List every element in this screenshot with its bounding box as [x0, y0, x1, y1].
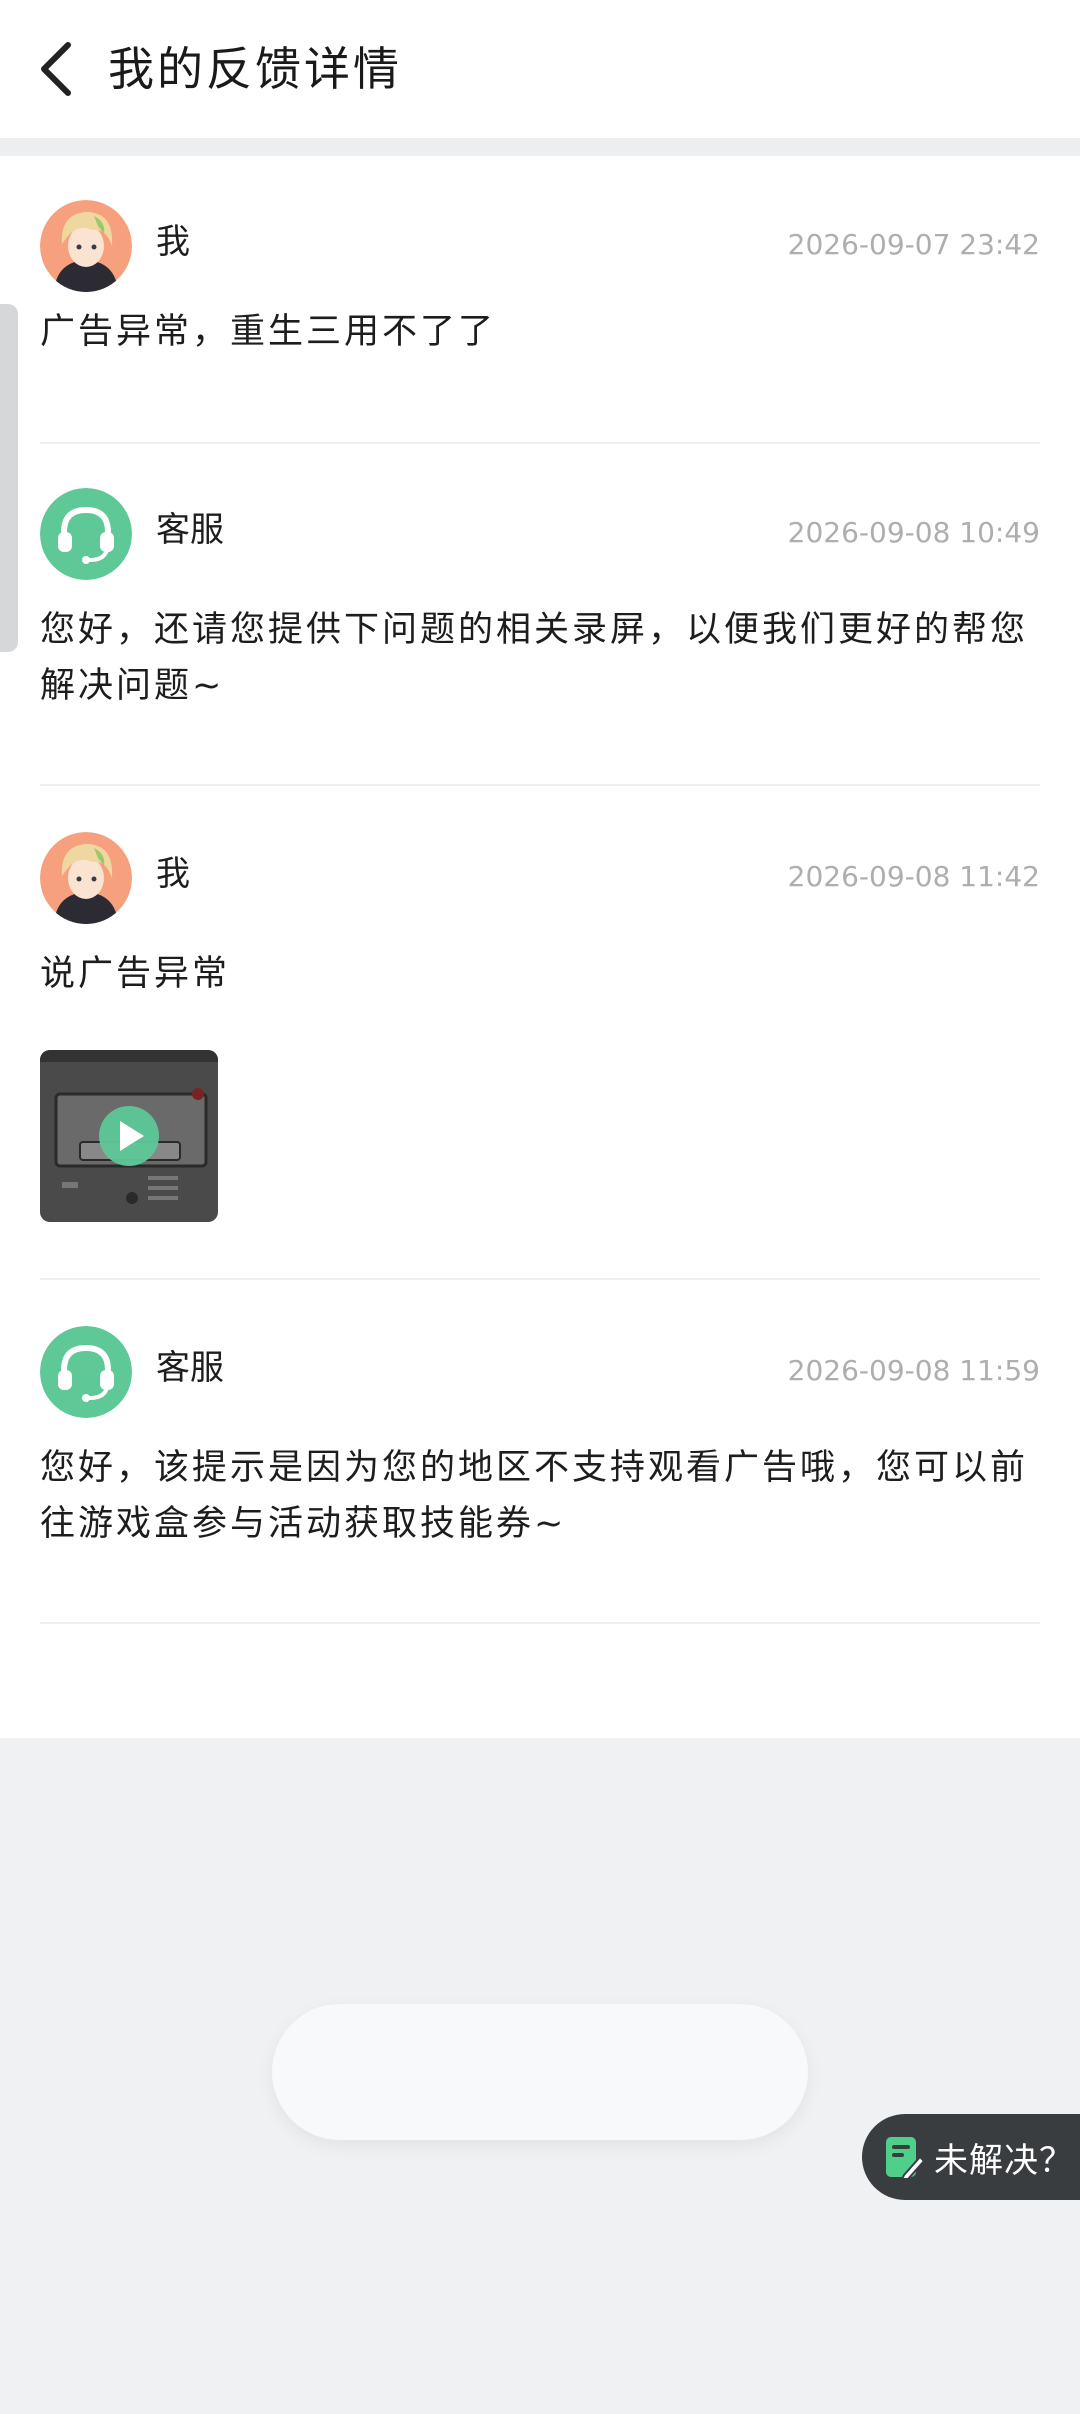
- unresolved-label: 未解决？: [934, 2140, 1074, 2181]
- page-title: 我的反馈详情: [108, 42, 402, 96]
- message-text: 说广告异常: [40, 954, 231, 994]
- header-separator: [0, 138, 1080, 156]
- sender-name: 客服: [156, 510, 224, 550]
- message-text: 广告异常，重生三用不了了: [40, 312, 497, 352]
- timestamp: 2026-09-08 11:42: [787, 860, 1040, 893]
- chevron-left-icon: [41, 42, 71, 96]
- feedback-thread: 我 2026-09-07 23:42 广告异常，重生三用不了了 客服 2026-…: [0, 156, 1080, 1738]
- sender-name: 我: [156, 854, 190, 894]
- message-item: 客服 2026-09-08 10:49 您好，还请您提供下问题的相关录屏，以便我…: [40, 488, 1040, 714]
- video-thumbnail[interactable]: [40, 1050, 218, 1222]
- sender-name: 我: [156, 222, 190, 262]
- bottom-action-button[interactable]: [272, 2004, 808, 2140]
- back-button[interactable]: [28, 36, 84, 102]
- message-item: 我 2026-09-08 11:42 说广告异常: [40, 832, 1040, 1222]
- divider: [40, 1622, 1040, 1624]
- message-text: 您好，该提示是因为您的地区不支持观看广告哦，您可以前往游戏盒参与活动获取技能券~: [40, 1448, 1029, 1544]
- timestamp: 2026-09-07 23:42: [787, 228, 1040, 261]
- message-item: 客服 2026-09-08 11:59 您好，该提示是因为您的地区不支持观看广告…: [40, 1326, 1040, 1552]
- sender-name: 客服: [156, 1348, 224, 1388]
- divider: [40, 1278, 1040, 1280]
- timestamp: 2026-09-08 10:49: [787, 516, 1040, 549]
- headset-icon: [40, 488, 132, 580]
- user-avatar: [40, 832, 132, 924]
- edge-drag-handle[interactable]: [0, 304, 18, 652]
- divider: [40, 784, 1040, 786]
- headset-icon: [40, 1326, 132, 1418]
- message-item: 我 2026-09-07 23:42 广告异常，重生三用不了了: [40, 200, 1040, 360]
- unresolved-button[interactable]: 未解决？: [862, 2114, 1080, 2200]
- divider: [40, 442, 1040, 444]
- timestamp: 2026-09-08 11:59: [787, 1354, 1040, 1387]
- message-text: 您好，还请您提供下问题的相关录屏，以便我们更好的帮您解决问题~: [40, 610, 1029, 706]
- top-bar: 我的反馈详情: [0, 0, 1080, 138]
- edit-note-icon: [886, 2137, 924, 2179]
- user-avatar: [40, 200, 132, 292]
